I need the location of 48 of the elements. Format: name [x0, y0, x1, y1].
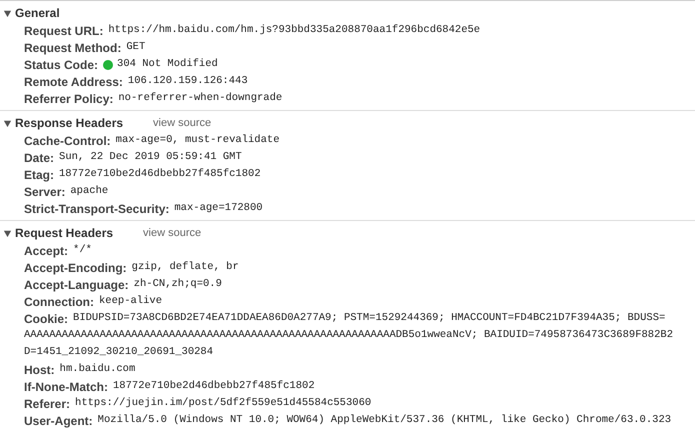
section-toggle[interactable]: General: [3, 4, 60, 22]
header-value: GET: [126, 40, 146, 55]
section-toggle[interactable]: Request Headers: [3, 224, 114, 242]
header-value: hm.baidu.com: [60, 362, 136, 377]
header-name: Host:: [24, 362, 55, 378]
header-name: Request Method:: [24, 40, 122, 56]
header-name: Server:: [24, 184, 66, 200]
header-name: Strict-Transport-Security:: [24, 200, 170, 218]
section-toggle[interactable]: Response Headers: [3, 114, 124, 132]
header-value: no-referrer-when-downgrade: [118, 90, 282, 106]
header-name: Referrer Policy:: [24, 90, 114, 108]
header-value: Mozilla/5.0 (Windows NT 10.0; WOW64) AppleWebKit/537.36 (KHTML, like Gecko) Chrome/63.0.323: [98, 412, 672, 428]
header-value: https://hm.baidu.com/hm.js?93bbd335a208870aa1f296bcd6842e5e: [108, 22, 480, 38]
header-value: keep-alive: [99, 294, 162, 309]
header-name: Etag:: [24, 166, 54, 184]
header-value: 18772e710be2d46dbebb27f485fc1802: [113, 378, 315, 394]
header-value: AAAAAAAAAAAAAAAAAAAAAAAAAAAAAAAAAAAAAAAAAAAAAAAAAAAAAAAAAAADB5o1wweaNcV; BAIDUID=74958736473C3689F882B2: [24, 328, 674, 343]
header-name: Remote Address:: [24, 74, 123, 90]
header-value: 18772e710be2d46dbebb27f485fc1802: [59, 166, 261, 182]
header-value: BIDUPSID=73A8CD6BD2E74EA71DDAEA86D0A277A9; PSTM=1529244369; HMACCOUNT=FD4BC21D7F394A35; BDUSS=: [73, 310, 666, 326]
triangle-down-icon: [3, 118, 12, 128]
header-value: D=1451_21092_30210_20691_30284: [24, 344, 214, 360]
header-name: Connection:: [24, 294, 94, 310]
triangle-down-icon: [3, 228, 12, 238]
header-name: Status Code:: [24, 56, 98, 74]
header-name: Accept:: [24, 242, 68, 260]
header-value: gzip, deflate, br: [132, 260, 239, 275]
view-source-link[interactable]: view source: [153, 114, 212, 132]
header-value: */*: [73, 242, 92, 258]
header-value: zh-CN,zh;q=0.9: [134, 276, 222, 292]
view-source-link[interactable]: view source: [143, 224, 202, 242]
header-name: Request URL:: [24, 22, 104, 40]
header-value: https://juejin.im/post/5df2f559e51d45584c553060: [75, 396, 372, 411]
header-name: If-None-Match:: [24, 378, 108, 396]
header-name: Cache-Control:: [24, 132, 111, 150]
triangle-down-icon: [3, 8, 12, 18]
header-value: apache: [70, 184, 108, 199]
header-value: max-age=0, must-revalidate: [116, 132, 280, 148]
header-name: Referer:: [24, 396, 70, 412]
header-value: max-age=172800: [174, 200, 263, 216]
header-name: Cookie:: [24, 310, 68, 328]
header-value: Sun, 22 Dec 2019 05:59:41 GMT: [59, 150, 242, 165]
header-name: Accept-Encoding:: [24, 260, 127, 276]
header-name: User-Agent:: [24, 412, 93, 430]
header-value: 106.120.159.126:443: [128, 74, 248, 89]
header-name: Accept-Language:: [24, 276, 129, 294]
header-value: 304 Not Modified: [117, 56, 218, 72]
header-name: Date:: [24, 150, 54, 166]
